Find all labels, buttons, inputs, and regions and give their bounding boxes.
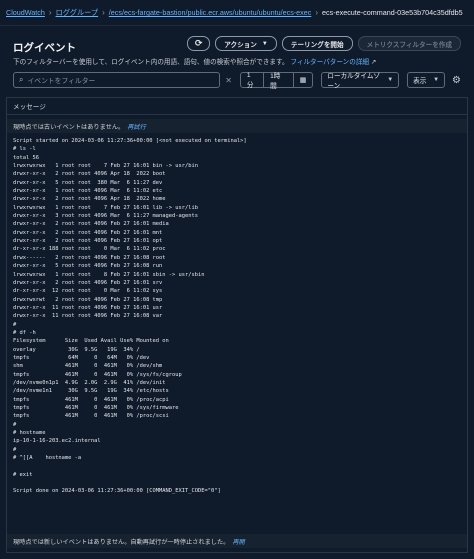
log-line: # ^[[A hostname -a xyxy=(13,455,82,462)
timezone-select[interactable]: ローカルタイムゾーン ▼ xyxy=(321,72,400,90)
log-line: drwxr-xr-x 11 root root 4096 Feb 27 16:0… xyxy=(13,304,163,311)
log-line: drwxr-xr-x 5 root root 4096 Feb 27 16:08… xyxy=(13,263,163,270)
breadcrumb-log-groups[interactable]: ロググループ xyxy=(56,8,99,18)
filter-placeholder: イベントをフィルター xyxy=(27,78,96,85)
chevron-right-icon: › xyxy=(48,8,52,17)
refresh-button[interactable]: ⟳ xyxy=(187,36,211,51)
message-column-header: メッセージ xyxy=(7,98,467,115)
page-description: 下のフィルターバーを使用して、ログイベント内の用語、語句、値の検索や照合ができま… xyxy=(13,56,376,66)
gear-icon[interactable]: ⚙ xyxy=(452,75,461,86)
display-select[interactable]: 表示 ▼ xyxy=(407,72,446,88)
log-line: drwxr-xr-x 2 root root 4096 Feb 27 16:01… xyxy=(13,229,163,236)
resume-link[interactable]: 再開 xyxy=(232,537,244,546)
timezone-value: ローカルタイムゾーン xyxy=(327,73,381,90)
log-line: Script started on 2024-03-06 11:27:36+00… xyxy=(13,138,247,144)
breadcrumb-current: ecs-execute-command-03e53b704c35dfdb5 xyxy=(322,8,463,17)
log-line: lrwxrwxrwx 1 root root 7 Feb 27 16:01 li… xyxy=(13,204,198,211)
log-line: tmpfs 461M 0 461M 0% /proc/acpi xyxy=(13,396,169,403)
log-line: # xyxy=(13,421,17,428)
page-title: ログイベント xyxy=(13,42,76,54)
log-line: # df -h xyxy=(13,329,36,336)
newer-events-notice: 現時点では新しいイベントはありません。自動再試行が一時停止されました。 再開 xyxy=(7,534,467,548)
log-line: # exit xyxy=(13,471,33,478)
log-messages: Script started on 2024-03-06 11:27:36+00… xyxy=(13,137,461,496)
actions-button[interactable]: アクション ▼ xyxy=(215,36,277,51)
external-link-icon: ↗ xyxy=(370,59,377,66)
retry-link[interactable]: 再試行 xyxy=(127,122,146,131)
search-icon: ⌕ xyxy=(19,75,24,84)
log-line: drwxrwxrwt 2 root root 4096 Feb 27 16:08… xyxy=(13,296,163,303)
clear-icon[interactable]: ✕ xyxy=(225,76,232,85)
log-line: overlay 30G 9.5G 19G 34% / xyxy=(13,346,140,353)
start-tailing-button[interactable]: テーリングを開始 xyxy=(281,36,353,51)
log-line: drwx------ 2 root root 4096 Feb 27 16:08… xyxy=(13,254,166,261)
log-line: dr-xr-xr-x 188 root root 0 Mar 6 11:02 p… xyxy=(13,246,166,253)
log-line: drwxr-xr-x 2 root root 4096 Apr 18 2022 … xyxy=(13,171,166,178)
log-line: tmpfs 64M 0 64M 0% /dev xyxy=(13,354,150,361)
log-line: drwxr-xr-x 2 root root 4096 Feb 27 16:01… xyxy=(13,279,163,286)
refresh-icon: ⟳ xyxy=(194,38,203,48)
log-line: drwxr-xr-x 1 root root 4096 Mar 6 11:02 … xyxy=(13,188,163,195)
log-line: # ls -l xyxy=(13,146,36,153)
log-line: drwxr-xr-x 5 root root 380 Mar 6 11:27 d… xyxy=(13,179,163,186)
log-line: drwxr-xr-x 2 root root 4096 Feb 27 16:01… xyxy=(13,238,163,245)
log-events-panel: メッセージ 現時点では古いイベントはありません。 再試行 Script star… xyxy=(6,97,468,553)
log-line: tmpfs 461M 0 461M 0% /proc/scsi xyxy=(13,413,169,420)
calendar-icon[interactable]: ▦ xyxy=(292,73,313,87)
log-line: # xyxy=(13,321,17,328)
time-range-1m[interactable]: 1分 xyxy=(241,72,263,89)
time-range-1h[interactable]: 1時間 xyxy=(263,73,293,90)
breadcrumb-cloudwatch[interactable]: CloudWatch xyxy=(6,8,45,17)
log-line: tmpfs 461M 0 461M 0% /sys/fs/cgroup xyxy=(13,371,182,378)
log-line: # hostname xyxy=(13,430,46,437)
log-line: dr-xr-xr-x 12 root root 0 Mar 6 11:02 sy… xyxy=(13,288,163,295)
create-metric-filter-button[interactable]: メトリクスフィルターを作成 xyxy=(357,36,461,51)
log-line: total 56 xyxy=(13,154,39,161)
filter-pattern-link[interactable]: フィルターパターンの詳細 xyxy=(290,59,369,66)
log-line: Filesystem Size Used Avail Use% Mounted … xyxy=(13,338,169,345)
log-line: lrwxrwxrwx 1 root root 7 Feb 27 16:01 bi… xyxy=(13,163,198,170)
time-range-selector: 1分 1時間 ▦ xyxy=(239,72,314,90)
older-events-text: 現時点では古いイベントはありません。 xyxy=(13,123,125,131)
actions-label: アクション xyxy=(224,41,257,49)
caret-down-icon: ▼ xyxy=(387,77,394,83)
log-line: lrwxrwxrwx 1 root root 8 Feb 27 16:01 sb… xyxy=(13,271,205,278)
chevron-right-icon: › xyxy=(315,8,319,17)
older-events-notice: 現時点では古いイベントはありません。 再試行 xyxy=(7,119,467,133)
filter-toolbar: ⌕ イベントをフィルター ✕ 1分 1時間 ▦ ローカルタイムゾーン ▼ 表示 … xyxy=(13,72,461,90)
log-line: # xyxy=(13,446,17,453)
log-line: drwxr-xr-x 3 root root 4096 Mar 6 11:27 … xyxy=(13,213,198,220)
display-label: 表示 xyxy=(413,78,427,85)
caret-down-icon: ▼ xyxy=(261,40,268,47)
breadcrumb: CloudWatch › ロググループ › /ecs/ecs-fargate-b… xyxy=(0,0,474,26)
log-line: /dev/nvme0n1p1 4.9G 2.0G 2.9G 41% /dev/i… xyxy=(13,379,166,386)
log-line: shm 461M 0 461M 0% /dev/shm xyxy=(13,363,163,370)
log-line: /dev/nvme1n1 30G 9.5G 19G 34% /etc/hosts xyxy=(13,388,169,395)
breadcrumb-log-group[interactable]: /ecs/ecs-fargate-bastion/public.ecr.aws/… xyxy=(109,8,312,17)
filter-input[interactable]: ⌕ イベントをフィルター xyxy=(13,72,221,88)
header-actions: ⟳ アクション ▼ テーリングを開始 メトリクスフィルターを作成 xyxy=(187,36,461,51)
log-line: drwxr-xr-x 2 root root 4096 Feb 27 16:01… xyxy=(13,221,169,228)
newer-events-text: 現時点では新しいイベントはありません。自動再試行が一時停止されました。 xyxy=(13,538,230,546)
log-line: ip-10-1-16-203.ec2.internal xyxy=(13,438,101,445)
log-line: drwxr-xr-x 11 root root 4096 Feb 27 16:0… xyxy=(13,313,163,320)
log-line: tmpfs 461M 0 461M 0% /sys/firmware xyxy=(13,405,179,411)
chevron-right-icon: › xyxy=(102,8,105,17)
description-text: 下のフィルターバーを使用して、ログイベント内の用語、語句、値の検索や照合ができま… xyxy=(13,59,289,66)
log-line: drwxr-xr-x 2 root root 4096 Apr 18 2022 … xyxy=(13,196,166,203)
log-line: Script done on 2024-03-06 11:27:36+00:00… xyxy=(13,488,221,495)
caret-down-icon: ▼ xyxy=(433,77,440,83)
